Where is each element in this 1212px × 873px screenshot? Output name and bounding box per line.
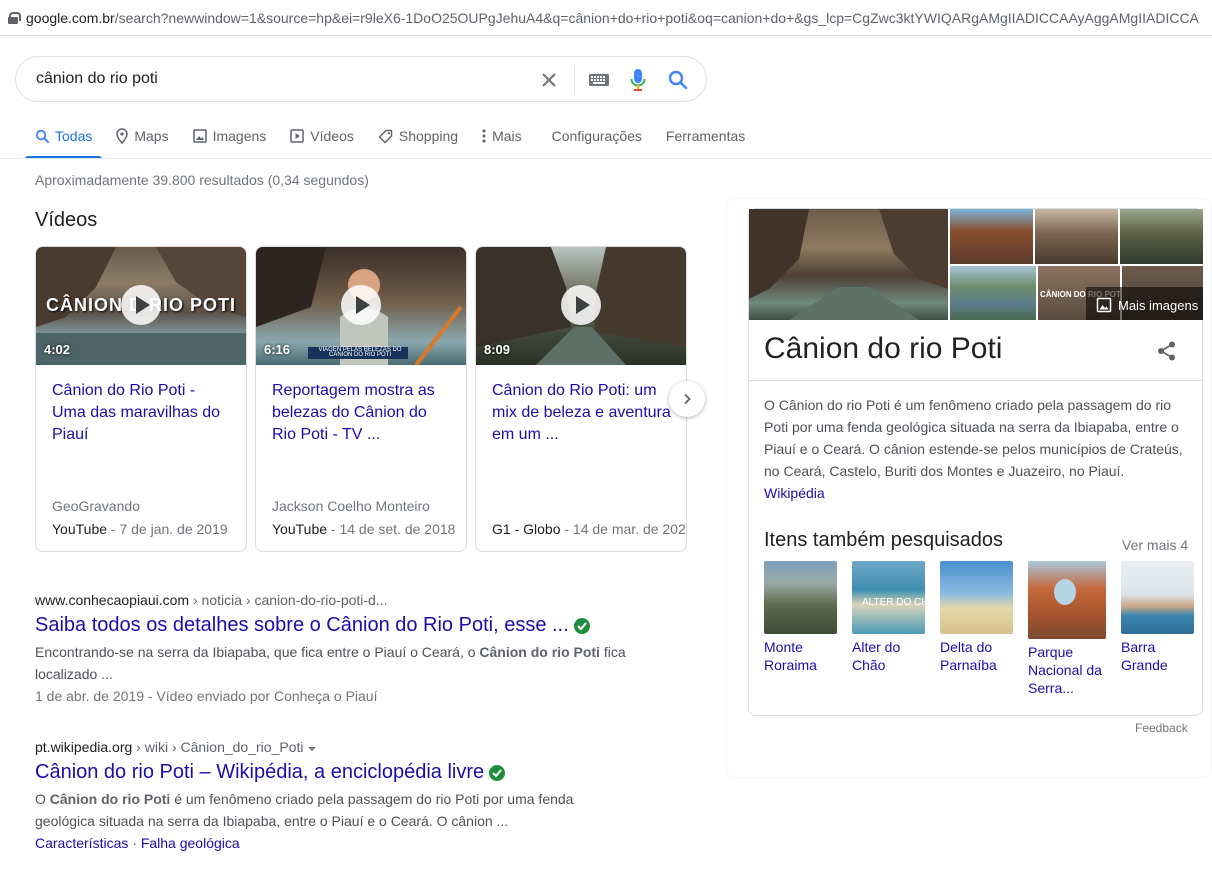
video-source: YouTube - 14 de set. de 2018 xyxy=(272,521,456,537)
result-title[interactable]: Cânion do rio Poti – Wikipédia, a encicl… xyxy=(35,761,675,784)
related-label: Alter do Chão xyxy=(852,639,901,673)
more-images-button[interactable]: Mais imagens xyxy=(1086,291,1202,319)
tab-mais[interactable]: Mais xyxy=(472,118,532,154)
related-item[interactable]: ALTER DO CH Alter do Chão xyxy=(852,561,925,674)
play-icon[interactable] xyxy=(561,285,601,325)
tab-imagens[interactable]: Imagens xyxy=(183,118,277,154)
video-title[interactable]: Cânion do Rio Poti - Uma das maravilhas … xyxy=(52,380,232,446)
sitelink[interactable]: Falha geológica xyxy=(141,835,240,851)
verified-check-icon xyxy=(488,764,506,782)
related-image xyxy=(1028,561,1106,639)
tab-shopping[interactable]: Shopping xyxy=(368,118,468,154)
tag-icon xyxy=(378,129,393,144)
thumbnail-overlay-text: ALTER DO CH xyxy=(862,597,925,608)
related-image xyxy=(1121,561,1194,634)
related-label: Delta do Parnaíba xyxy=(940,639,997,673)
tab-todas[interactable]: Todas xyxy=(25,118,103,159)
panel-divider xyxy=(749,380,1202,381)
panel-thumb-image[interactable] xyxy=(950,209,1033,264)
more-vert-icon xyxy=(482,129,486,143)
video-card[interactable]: 8:09 Cânion do Rio Poti: um mix de belez… xyxy=(475,246,687,552)
see-more-link[interactable]: Ver mais 4 xyxy=(1122,537,1188,553)
search-box xyxy=(15,56,707,102)
related-item[interactable]: Parque Nacional da Serra... xyxy=(1028,561,1106,697)
search-result: www.conhecaopiaui.com › noticia › canion… xyxy=(35,592,675,707)
related-image xyxy=(764,561,837,634)
video-card[interactable]: VIAGEN PELAS BELEZAS DO CÂNION DO RIO PO… xyxy=(255,246,467,552)
video-source: YouTube - 7 de jan. de 2019 xyxy=(52,521,228,537)
video-duration: 4:02 xyxy=(44,342,71,357)
video-thumbnail[interactable]: 8:09 xyxy=(476,247,686,365)
tabs-divider xyxy=(0,158,1212,159)
related-item[interactable]: Delta do Parnaíba xyxy=(940,561,1013,674)
chevron-right-icon xyxy=(684,393,691,405)
search-input[interactable] xyxy=(36,70,516,88)
result-url[interactable]: pt.wikipedia.org › wiki › Cânion_do_rio_… xyxy=(35,739,675,755)
search-divider xyxy=(574,67,575,93)
panel-title: Cânion do rio Poti xyxy=(764,332,1003,365)
share-icon[interactable] xyxy=(1156,340,1178,367)
videos-next-button[interactable] xyxy=(669,381,705,417)
play-icon[interactable] xyxy=(121,285,161,325)
search-result: pt.wikipedia.org › wiki › Cânion_do_rio_… xyxy=(35,739,675,854)
video-card[interactable]: CÂNION D RIO POTI 4:02 Cânion do Rio Pot… xyxy=(35,246,247,552)
panel-description: O Cânion do rio Poti é um fenômeno criad… xyxy=(764,397,1183,501)
caret-down-icon[interactable] xyxy=(307,746,317,752)
image-icon xyxy=(1096,297,1112,313)
panel-thumb-image[interactable] xyxy=(1035,209,1118,264)
tab-maps[interactable]: Maps xyxy=(106,118,178,154)
result-url[interactable]: www.conhecaopiaui.com › noticia › canion… xyxy=(35,592,675,608)
panel-source-link[interactable]: Wikipédia xyxy=(764,485,825,501)
related-label: Monte Roraima xyxy=(764,639,817,673)
related-label: Barra Grande xyxy=(1121,639,1168,673)
video-thumbnail[interactable]: CÂNION D RIO POTI 4:02 xyxy=(36,247,246,365)
lock-icon xyxy=(8,11,21,24)
related-label: Parque Nacional da Serra... xyxy=(1028,644,1102,696)
related-image: ALTER DO CH xyxy=(852,561,925,634)
result-stats: Aproximadamente 39.800 resultados (0,34 … xyxy=(35,172,369,188)
video-title[interactable]: Reportagem mostra as belezas do Cânion d… xyxy=(272,380,452,446)
map-pin-icon xyxy=(116,128,129,144)
related-item[interactable]: Monte Roraima xyxy=(764,561,837,674)
result-meta: 1 de abr. de 2019 - Vídeo enviado por Co… xyxy=(35,688,378,704)
video-duration: 8:09 xyxy=(484,342,511,357)
tab-configuracoes[interactable]: Configurações xyxy=(542,118,652,154)
sitelinks: Características · Falha geológica xyxy=(35,835,240,851)
tab-ferramentas[interactable]: Ferramentas xyxy=(656,118,755,154)
image-icon xyxy=(192,129,207,143)
address-url[interactable]: google.com.br/search?newwindow=1&source=… xyxy=(26,10,1199,26)
search-tabs: Todas Maps Imagens Vídeos Shopping Mais … xyxy=(25,118,759,159)
video-thumbnail[interactable]: VIAGEN PELAS BELEZAS DO CÂNION DO RIO PO… xyxy=(256,247,466,365)
panel-main-image[interactable] xyxy=(749,209,948,320)
videos-heading: Vídeos xyxy=(35,209,98,231)
tab-videos[interactable]: Vídeos xyxy=(280,118,364,154)
related-image xyxy=(940,561,1013,634)
video-duration: 6:16 xyxy=(264,342,291,357)
clear-icon[interactable] xyxy=(537,68,561,92)
search-icon[interactable] xyxy=(666,68,690,92)
verified-check-icon xyxy=(573,617,591,635)
panel-thumb-image[interactable] xyxy=(1120,209,1203,264)
thumbnail-overlay-text: VIAGEN PELAS BELEZAS DO CÂNION DO RIO PO… xyxy=(318,347,402,358)
feedback-link[interactable]: Feedback xyxy=(1135,721,1188,735)
video-title[interactable]: Cânion do Rio Poti: um mix de beleza e a… xyxy=(492,380,672,446)
video-channel: GeoGravando xyxy=(52,498,140,514)
video-icon xyxy=(290,129,305,143)
keyboard-icon[interactable] xyxy=(587,68,611,92)
microphone-icon[interactable] xyxy=(626,68,650,92)
result-snippet: Encontrando-se na serra da Ibiapaba, que… xyxy=(35,644,626,682)
also-searched-heading: Itens também pesquisados xyxy=(764,529,1004,551)
video-source: G1 - Globo - 14 de mar. de 202 xyxy=(492,521,686,537)
video-channel: Jackson Coelho Monteiro xyxy=(272,498,430,514)
canyon-image xyxy=(749,209,948,320)
play-icon[interactable] xyxy=(341,285,381,325)
related-item[interactable]: Barra Grande xyxy=(1121,561,1194,674)
address-bar[interactable]: google.com.br/search?newwindow=1&source=… xyxy=(0,0,1212,36)
result-snippet: O Cânion do rio Poti é um fenômeno criad… xyxy=(35,791,574,829)
sitelink[interactable]: Características xyxy=(35,835,128,851)
result-title[interactable]: Saiba todos os detalhes sobre o Cânion d… xyxy=(35,614,675,637)
search-icon xyxy=(35,129,49,143)
panel-thumb-image[interactable] xyxy=(950,266,1036,320)
